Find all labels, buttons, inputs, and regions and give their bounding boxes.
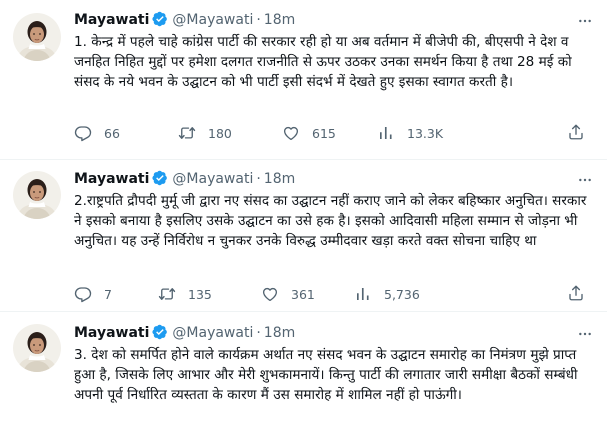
author-name[interactable]: Mayawati bbox=[74, 12, 149, 28]
separator: · bbox=[256, 12, 261, 28]
views-count: 5,736 bbox=[384, 286, 420, 302]
separator: · bbox=[256, 325, 261, 341]
separator: · bbox=[256, 171, 261, 187]
tweet-text: 2.राष्ट्रपति द्रौपदी मुर्मू जी द्वारा नए… bbox=[74, 193, 587, 249]
share-icon[interactable] bbox=[567, 123, 585, 144]
reply-button[interactable]: 7 bbox=[74, 284, 112, 304]
reply-count: 66 bbox=[104, 125, 120, 141]
heart-icon bbox=[282, 124, 300, 142]
more-options-icon[interactable] bbox=[577, 172, 593, 194]
reply-icon bbox=[74, 285, 92, 303]
like-button[interactable]: 361 bbox=[261, 284, 315, 304]
verified-badge-icon bbox=[152, 170, 168, 192]
more-options-icon[interactable] bbox=[577, 326, 593, 348]
timestamp[interactable]: 18m bbox=[264, 325, 295, 341]
author-handle[interactable]: @Mayawati bbox=[172, 12, 253, 28]
views-icon bbox=[377, 124, 395, 142]
retweet-icon bbox=[158, 285, 176, 303]
like-button[interactable]: 615 bbox=[282, 123, 336, 143]
timestamp[interactable]: 18m bbox=[264, 171, 295, 187]
author-handle[interactable]: @Mayawati bbox=[172, 325, 253, 341]
verified-badge-icon bbox=[152, 324, 168, 346]
tweet-header: Mayawati @Mayawati · 18m bbox=[74, 10, 593, 30]
reply-button[interactable]: 66 bbox=[74, 123, 120, 143]
avatar[interactable] bbox=[13, 324, 61, 372]
tweet-header: Mayawati @Mayawati · 18m bbox=[74, 323, 593, 343]
views-button[interactable]: 13.3K bbox=[377, 123, 443, 143]
avatar[interactable] bbox=[13, 171, 61, 219]
reply-count: 7 bbox=[104, 286, 112, 302]
tweet-3[interactable]: Mayawati @Mayawati · 18m 3. देश को समर्पित … bbox=[0, 312, 607, 433]
tweet-text: 3. देश को समर्पित होने वाले कार्यक्रम अर… bbox=[74, 347, 578, 403]
like-count: 615 bbox=[312, 125, 336, 141]
tweet-header: Mayawati @Mayawati · 18m bbox=[74, 169, 593, 189]
more-options-icon[interactable] bbox=[577, 13, 593, 35]
retweet-count: 180 bbox=[208, 125, 232, 141]
tweet-1[interactable]: Mayawati @Mayawati · 18m 1. केन्द्र में पहल… bbox=[0, 0, 607, 160]
retweet-icon bbox=[178, 124, 196, 142]
tweet-text: 1. केन्द्र में पहले चाहे कांग्रेस पार्टी… bbox=[74, 34, 572, 90]
retweet-count: 135 bbox=[188, 286, 212, 302]
views-button[interactable]: 5,736 bbox=[354, 284, 420, 304]
action-bar: 66 180 615 13.3K bbox=[74, 123, 593, 143]
views-count: 13.3K bbox=[407, 125, 444, 141]
author-handle[interactable]: @Mayawati bbox=[172, 171, 253, 187]
timestamp[interactable]: 18m bbox=[264, 12, 295, 28]
verified-badge-icon bbox=[152, 11, 168, 33]
views-icon bbox=[354, 285, 372, 303]
heart-icon bbox=[261, 285, 279, 303]
author-name[interactable]: Mayawati bbox=[74, 171, 149, 187]
tweet-2[interactable]: Mayawati @Mayawati · 18m 2.राष्ट्रपति द्रौप… bbox=[0, 160, 607, 312]
avatar[interactable] bbox=[13, 13, 61, 61]
reply-icon bbox=[74, 124, 92, 142]
retweet-button[interactable]: 135 bbox=[158, 284, 212, 304]
retweet-button[interactable]: 180 bbox=[178, 123, 232, 143]
like-count: 361 bbox=[291, 286, 315, 302]
author-name[interactable]: Mayawati bbox=[74, 325, 149, 341]
action-bar: 7 135 361 5,736 bbox=[74, 284, 593, 304]
share-icon[interactable] bbox=[567, 284, 585, 305]
